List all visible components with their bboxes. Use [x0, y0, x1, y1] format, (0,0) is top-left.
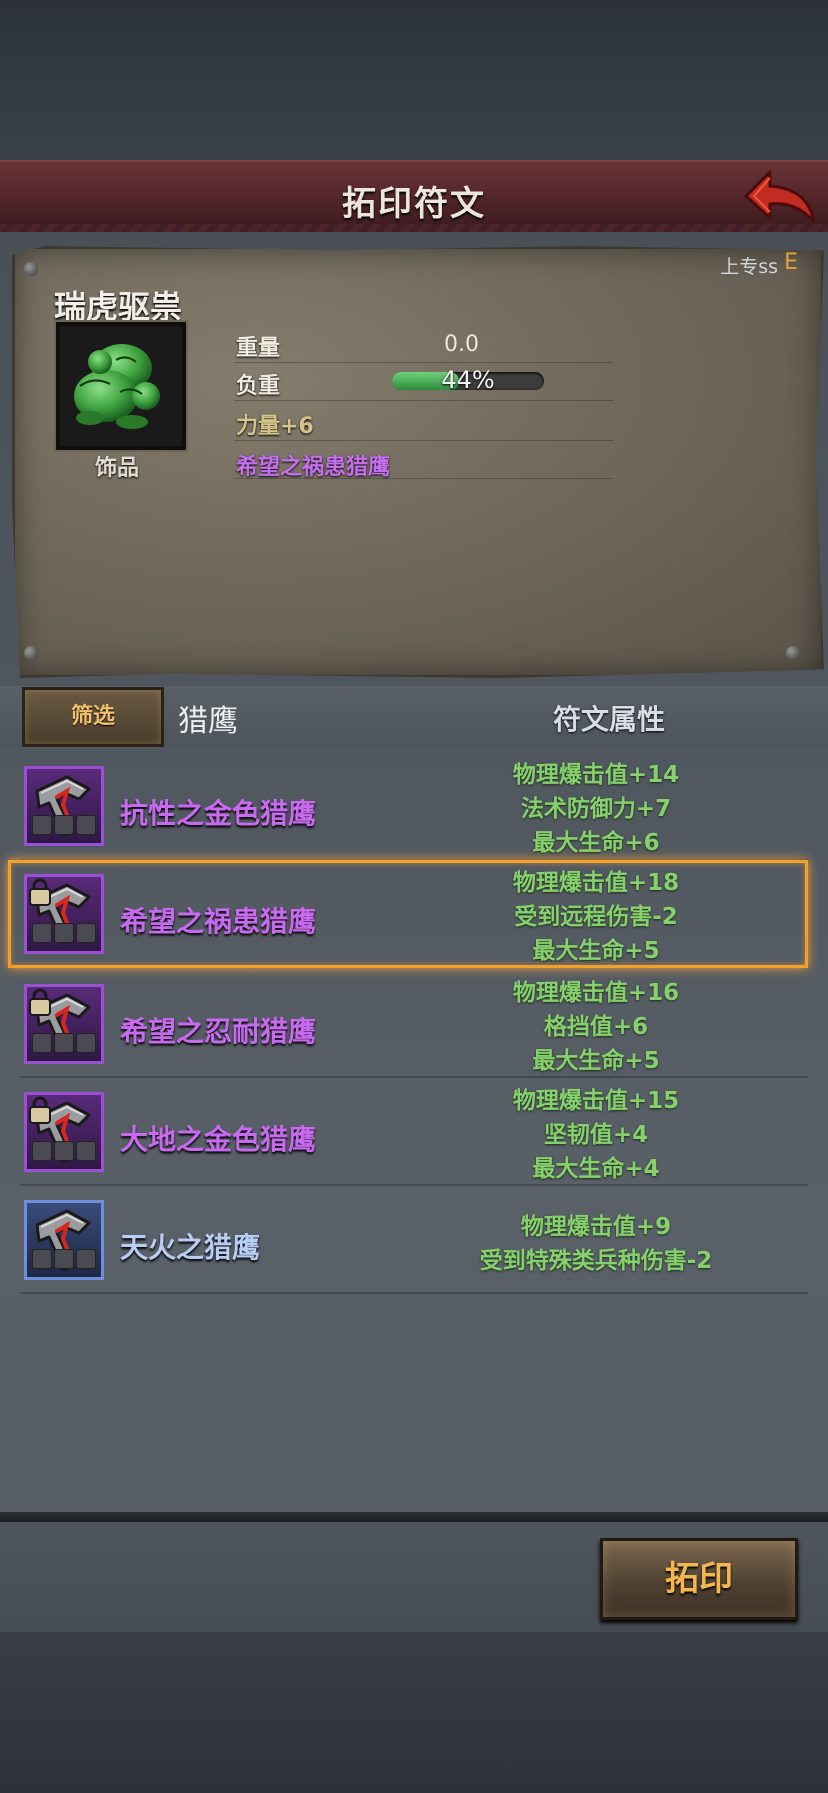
rune-stat: 受到特殊类兵种伤害-2 [479, 1248, 713, 1274]
rune-stat: 物理爆击值+9 [520, 1214, 672, 1240]
rune-stats: 物理爆击值+15 坚韧值+4 最大生命+4 [430, 1084, 762, 1186]
slot-icon [32, 815, 52, 835]
rune-stats: 物理爆击值+16 格挡值+6 最大生命+5 [430, 976, 762, 1078]
rune-name: 抗性之金色猎鹰 [120, 797, 317, 830]
slot-icon [76, 815, 96, 835]
rune-row[interactable]: 天火之猎鹰 物理爆击值+9 受到特殊类兵种伤害-2 [0, 1186, 828, 1294]
imprint-button[interactable]: 拓印 [600, 1538, 798, 1620]
footer-background [0, 1632, 828, 1793]
rune-stat: 坚韧值+4 [543, 1122, 649, 1148]
stat-divider [234, 362, 614, 363]
filter-button[interactable]: 筛选 [22, 687, 164, 747]
slot-icon [76, 1141, 96, 1161]
rune-row[interactable]: 抗性之金色猎鹰 物理爆击值+14 法术防御力+7 最大生命+6 [0, 752, 828, 860]
back-arrow-icon [744, 170, 816, 224]
rune-stat: 最大生命+6 [532, 830, 660, 856]
rune-row[interactable]: 大地之金色猎鹰 物理爆击值+15 坚韧值+4 最大生命+4 [0, 1078, 828, 1186]
rune-slot-icons [32, 1033, 98, 1057]
back-button[interactable] [740, 166, 820, 228]
rune-stat: 物理爆击值+16 [512, 980, 680, 1006]
slot-icon [54, 815, 74, 835]
jade-tiger-icon [74, 344, 160, 429]
stat-divider [234, 440, 614, 441]
item-portrait[interactable] [56, 322, 186, 450]
lock-icon [29, 1096, 51, 1124]
rune-icon[interactable] [24, 1092, 104, 1172]
rune-stat: 最大生命+5 [532, 1048, 660, 1074]
row-divider [20, 1292, 808, 1294]
pin-icon [24, 262, 38, 276]
rune-icon[interactable] [24, 766, 104, 846]
title-bar: 拓印符文 [0, 160, 828, 237]
load-label: 负重 [236, 374, 281, 399]
pin-icon [786, 646, 800, 660]
rune-stat: 格挡值+6 [543, 1014, 649, 1040]
rune-stat: 物理爆击值+14 [512, 762, 680, 788]
rune-name: 大地之金色猎鹰 [120, 1123, 317, 1156]
rune-row[interactable]: 希望之忍耐猎鹰 物理爆击值+16 格挡值+6 最大生命+5 [0, 970, 828, 1078]
rune-stat: 最大生命+4 [532, 1156, 660, 1182]
slot-icon [76, 1033, 96, 1053]
rune-stats: 物理爆击值+14 法术防御力+7 最大生命+6 [430, 758, 762, 860]
rune-stat: 法术防御力+7 [520, 796, 672, 822]
rank-label: 上专ss [720, 256, 778, 278]
filter-current: 猎鹰 [178, 704, 238, 739]
slot-icon [32, 1033, 52, 1053]
item-type: 饰品 [94, 456, 139, 481]
load-percent: 44% [441, 366, 495, 394]
bottom-divider [0, 1512, 828, 1522]
rank-grade: E [784, 250, 798, 275]
rune-slot-icons [32, 1249, 98, 1273]
lock-icon [29, 988, 51, 1016]
slot-icon [54, 1033, 74, 1053]
rune-stat: 物理爆击值+15 [512, 1088, 680, 1114]
selected-rune-highlight [8, 860, 808, 968]
rune-stats: 物理爆击值+9 受到特殊类兵种伤害-2 [430, 1210, 762, 1278]
equipped-rune: 希望之祸患猎鹰 [236, 455, 391, 480]
stat-divider [234, 400, 614, 401]
slot-icon [32, 1141, 52, 1161]
rune-name: 希望之忍耐猎鹰 [120, 1015, 317, 1048]
slot-icon [32, 1249, 52, 1269]
rune-slot-icons [32, 1141, 98, 1165]
slot-icon [54, 1141, 74, 1161]
pin-icon [24, 646, 38, 660]
rune-name: 天火之猎鹰 [120, 1231, 261, 1264]
rune-icon[interactable] [24, 984, 104, 1064]
stat-divider [234, 478, 614, 479]
page-title: 拓印符文 [342, 184, 486, 224]
slot-icon [76, 1249, 96, 1269]
strength-bonus: 力量+6 [236, 414, 314, 439]
rune-slot-icons [32, 815, 98, 839]
top-background [0, 0, 828, 160]
weight-value: 0.0 [444, 332, 479, 357]
rune-icon[interactable] [24, 1200, 104, 1280]
weight-label: 重量 [236, 336, 281, 361]
slot-icon [54, 1249, 74, 1269]
rune-attribute-header: 符文属性 [553, 703, 666, 736]
